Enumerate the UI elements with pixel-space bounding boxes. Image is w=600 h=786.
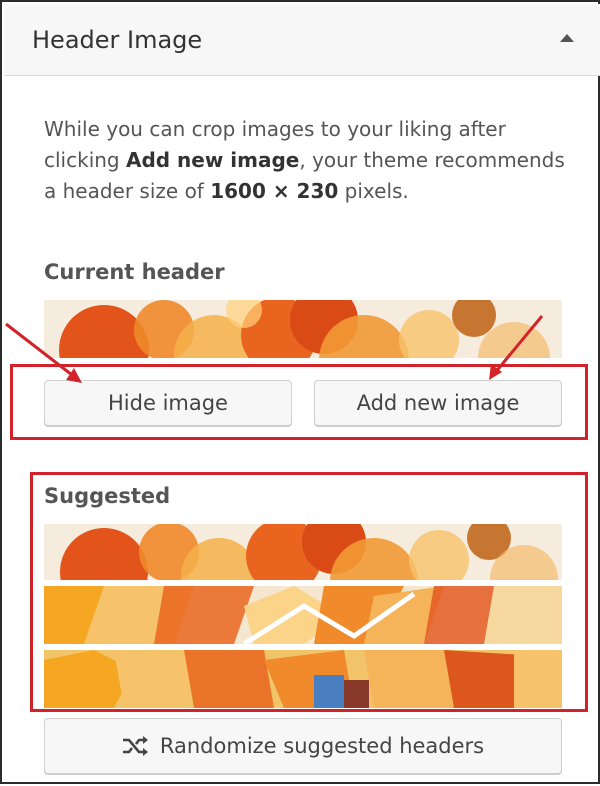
randomize-label: Randomize suggested headers [159, 734, 485, 758]
suggested-header-circles[interactable] [44, 524, 562, 580]
current-header-image [44, 300, 562, 358]
randomize-suggested-headers-button[interactable]: Randomize suggested headers [44, 718, 562, 774]
triangle-up-icon[interactable] [560, 34, 574, 42]
shuffle-icon [122, 736, 148, 756]
description-text: pixels. [338, 179, 409, 203]
description-bold-size: 1600 × 230 [210, 179, 339, 203]
section-title: Header Image [32, 26, 203, 54]
suggested-label: Suggested [44, 484, 171, 508]
section-header[interactable]: Header Image [4, 4, 600, 76]
current-header-label: Current header [44, 260, 225, 284]
header-size-description: While you can crop images to your liking… [44, 114, 574, 207]
customizer-panel: Header Image While you can crop images t… [0, 0, 600, 784]
description-bold-add-new: Add new image [125, 148, 300, 172]
add-new-image-button[interactable]: Add new image [314, 380, 562, 426]
suggested-header-hexagons[interactable] [44, 650, 562, 708]
hide-image-button[interactable]: Hide image [44, 380, 292, 426]
suggested-header-diamonds[interactable] [44, 586, 562, 644]
